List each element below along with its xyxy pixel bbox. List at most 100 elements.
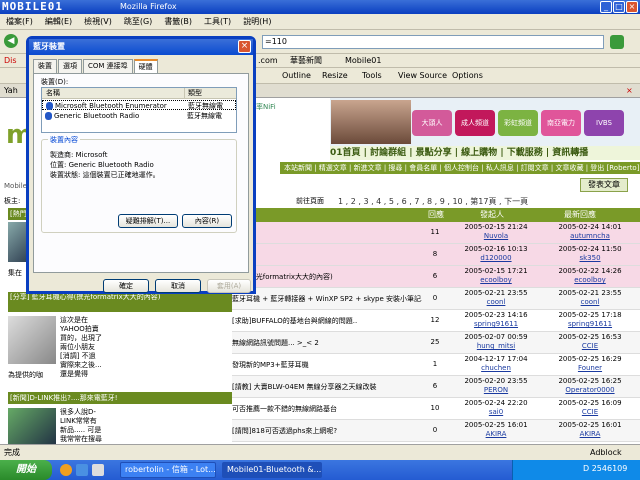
- go-icon[interactable]: [610, 35, 624, 49]
- options-button[interactable]: Options: [452, 68, 483, 84]
- dis-icon[interactable]: Dis: [4, 54, 17, 68]
- topic-row[interactable]: 藍牙耳機 + 藍牙轉接器 + WinXP SP2 + skype 安裝小筆記..…: [232, 288, 640, 310]
- topic-row[interactable]: 11 2005-02-15 21:24 Nuvola 2005-02-24 14:01…: [232, 222, 640, 244]
- troubleshoot-button[interactable]: 疑難排解(T)...: [118, 214, 178, 228]
- tab-options[interactable]: 選項: [58, 59, 82, 73]
- topic-row[interactable]: 無線網路訊號問題... >_< 2 25 2005-02-07 00:59 hung_…: [232, 332, 640, 354]
- banner-item-2[interactable]: 成人頻道: [455, 110, 495, 136]
- topic-row[interactable]: 8 2005-02-16 10:13 d120000 2005-02-24 11:50…: [232, 244, 640, 266]
- bookmark-com[interactable]: .com: [258, 54, 278, 68]
- last-reply-link[interactable]: AKIRA: [542, 430, 638, 439]
- ok-button[interactable]: 確定: [103, 279, 149, 293]
- adblock-label[interactable]: Adblock: [590, 445, 622, 461]
- banner-item-1[interactable]: 大頭人: [412, 110, 452, 136]
- resize-button[interactable]: Resize: [322, 68, 348, 84]
- tools-button[interactable]: Tools: [362, 68, 382, 84]
- topic-row[interactable]: [求助]BUFFALO的基地台與網線的問題.. 12 2005-02-23 14:1…: [232, 310, 640, 332]
- author-link[interactable]: hung_mitsi: [450, 342, 542, 351]
- author-link[interactable]: AKIRA: [450, 430, 542, 439]
- sidebar-thumb-2[interactable]: [8, 316, 56, 364]
- menu-go[interactable]: 跳至(G): [124, 14, 152, 29]
- menu-bookmarks[interactable]: 書籤(B): [164, 14, 192, 29]
- last-reply-link[interactable]: spring91611: [542, 320, 638, 329]
- start-button[interactable]: 開始: [0, 460, 52, 480]
- topic-title[interactable]: [求助]BUFFALO的基地台與網線的問題..: [232, 316, 422, 326]
- minimize-icon[interactable]: _: [600, 1, 612, 13]
- bookmark-mobile01[interactable]: Mobile01: [345, 54, 381, 68]
- tab-devices[interactable]: 裝置: [33, 59, 57, 73]
- apply-button[interactable]: 套用(A): [207, 279, 251, 293]
- topic-title[interactable]: 心得(撰光formatrix大大的內容): [232, 272, 422, 282]
- outline-button[interactable]: Outline: [282, 68, 311, 84]
- device-row[interactable]: Microsoft Bluetooth Enumerator 藍牙無線電: [42, 100, 236, 110]
- topic-row[interactable]: [請教] 大賣BLW-04EM 無線分享器之天線改裝 6 2005-02-20 23…: [232, 376, 640, 398]
- topic-row[interactable]: 心得(撰光formatrix大大的內容) 6 2005-02-15 17:21 eco…: [232, 266, 640, 288]
- tab-yahoo[interactable]: Yah: [4, 84, 18, 98]
- author-link[interactable]: PERON: [450, 386, 542, 395]
- pager[interactable]: 1 , 2 , 3 , 4 , 5 , 6 , 7 , 8 , 9 , 10 ,…: [338, 196, 528, 207]
- topic-title[interactable]: 發現新的MP3+藍芽耳機: [232, 360, 422, 370]
- topic-row[interactable]: 可否推薦一款不錯的無線網路基台 10 2005-02-24 22:20 sai0 200…: [232, 398, 640, 420]
- topic-title[interactable]: [請問]818可否透過phs來上網呢?: [232, 426, 422, 436]
- dialog-close-icon[interactable]: ×: [238, 40, 251, 53]
- author-link[interactable]: coonl: [450, 298, 542, 307]
- cancel-button[interactable]: 取消: [155, 279, 201, 293]
- topic-row[interactable]: 發現新的MP3+藍芽耳機 1 2004-12-17 17:04 chuchen 2005…: [232, 354, 640, 376]
- author-link[interactable]: Nuvola: [450, 232, 542, 241]
- sidebar-article-2-header[interactable]: [分享] 藍牙耳機心得(撰光formatrix大大的內容): [8, 292, 232, 312]
- device-row[interactable]: Generic Bluetooth Radio 藍牙無線電: [42, 111, 236, 121]
- author-link[interactable]: spring91611: [450, 320, 542, 329]
- tab-hardware[interactable]: 硬體: [133, 59, 158, 74]
- last-reply-link[interactable]: coonl: [542, 298, 638, 307]
- back-icon[interactable]: ◀: [4, 34, 18, 48]
- sidebar-thumb-3[interactable]: [8, 408, 56, 444]
- task-firefox[interactable]: Mobile01-Bluetooth &...: [222, 462, 322, 478]
- view-source-button[interactable]: View Source: [398, 68, 447, 84]
- banner-item-4[interactable]: 南亞電力: [541, 110, 581, 136]
- close-icon[interactable]: ×: [626, 1, 638, 13]
- last-reply-link[interactable]: Operator0000: [542, 386, 638, 395]
- topic-row[interactable]: [請問]818可否透過phs來上網呢? 0 2005-02-25 16:01 AKIR…: [232, 420, 640, 442]
- desktop-quicklaunch-icon[interactable]: [92, 464, 104, 476]
- author-link[interactable]: ecoolboy: [450, 276, 542, 285]
- menu-file[interactable]: 檔案(F): [6, 14, 33, 29]
- maximize-icon[interactable]: □: [613, 1, 625, 13]
- sidebar-thumb-1[interactable]: [8, 222, 26, 262]
- menu-edit[interactable]: 編輯(E): [45, 14, 72, 29]
- properties-button[interactable]: 內容(R): [182, 214, 232, 228]
- col-type[interactable]: 類型: [184, 88, 202, 99]
- banner-item-3[interactable]: 彩虹頻道: [498, 110, 538, 136]
- col-name[interactable]: 名稱: [46, 88, 60, 99]
- site-sub-nav[interactable]: 本站新聞 | 精選文章 | 新進文章 | 搜尋 | 會員名單 | 個人控制台 |…: [280, 162, 640, 174]
- task-lotus-mail[interactable]: robertolin - 信箱 - Lot...: [120, 462, 216, 478]
- devices-label: 裝置(D):: [41, 78, 69, 86]
- menu-help[interactable]: 說明(H): [243, 14, 271, 29]
- topic-title[interactable]: 可否推薦一款不錯的無線網路基台: [232, 404, 422, 414]
- post-new-topic-button[interactable]: 發表文章: [580, 178, 628, 192]
- menu-view[interactable]: 檢視(V): [84, 14, 112, 29]
- sidebar-article-3-header[interactable]: [新聞]D-LINK推出?....那來電藍牙!: [8, 392, 232, 404]
- ie-quicklaunch-icon[interactable]: [76, 464, 88, 476]
- tab-com-ports[interactable]: COM 連接埠: [83, 59, 133, 73]
- last-reply-link[interactable]: sk350: [542, 254, 638, 263]
- author-link[interactable]: sai0: [450, 408, 542, 417]
- topic-author-cell: 2005-02-16 10:13 d120000: [450, 245, 542, 263]
- author-link[interactable]: chuchen: [450, 364, 542, 373]
- topic-title[interactable]: 無線網路訊號問題... >_< 2: [232, 338, 422, 348]
- topic-title[interactable]: [請教] 大賣BLW-04EM 無線分享器之天線改裝: [232, 382, 422, 392]
- last-reply-link[interactable]: autumncha: [542, 232, 638, 241]
- last-reply-link[interactable]: ecoolboy: [542, 276, 638, 285]
- last-reply-link[interactable]: CCIE: [542, 342, 638, 351]
- address-bar[interactable]: =110: [262, 35, 604, 49]
- site-main-nav[interactable]: 01首頁 | 討論群組 | 景點分享 | 線上購物 | 下載服務 | 資訊轉播: [330, 146, 640, 160]
- bookmark-news[interactable]: 華藝新聞: [290, 54, 322, 68]
- last-reply-link[interactable]: CCIE: [542, 408, 638, 417]
- tab-close-icon[interactable]: ×: [626, 84, 633, 98]
- author-link[interactable]: d120000: [450, 254, 542, 263]
- firefox-quicklaunch-icon[interactable]: [60, 464, 72, 476]
- topic-title[interactable]: 藍牙耳機 + 藍牙轉接器 + WinXP SP2 + skype 安裝小筆記..…: [232, 294, 422, 304]
- last-reply-link[interactable]: Founer: [542, 364, 638, 373]
- menu-tools[interactable]: 工具(T): [204, 14, 231, 29]
- device-list[interactable]: 名稱 類型 Microsoft Bluetooth Enumerator 藍牙無…: [41, 87, 237, 133]
- banner-item-5[interactable]: IVBS: [584, 110, 624, 136]
